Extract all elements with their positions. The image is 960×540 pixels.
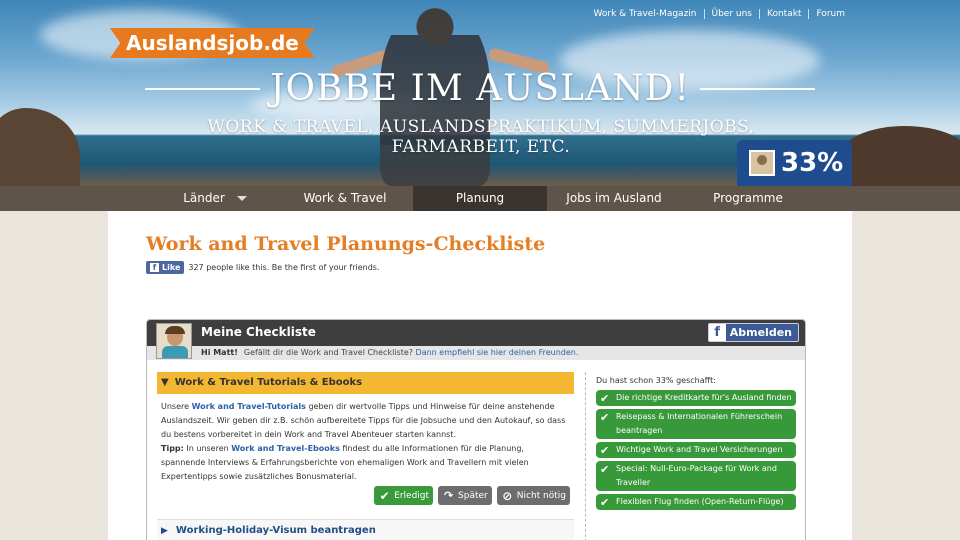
top-link-kontakt[interactable]: Kontakt [759,9,808,19]
nav-item-jobs[interactable]: Jobs im Ausland [547,186,681,211]
user-avatar-icon [749,150,775,176]
not-needed-label: Nicht nötig [516,490,566,501]
top-link-forum[interactable]: Forum [808,9,852,19]
share-link[interactable]: Dann empfiehl sie hier deinen Freunden. [416,348,579,357]
page-title: Work and Travel Planungs-Checkliste [146,233,546,255]
fb-like-label: Like [162,263,181,272]
logout-button[interactable]: f Abmelden [707,323,799,342]
section-paragraph: Unsere Work and Travel-Tutorials geben d… [161,400,570,442]
tutorials-link[interactable]: Work and Travel-Tutorials [192,402,306,411]
headline-rule [145,87,261,90]
checklist-header: Meine Checkliste f Abmelden [147,320,805,346]
redo-arrow-icon: ↷ [443,488,454,502]
section-tip: Tipp: In unseren Work and Travel-Ebooks … [161,442,570,484]
done-item-label: Special: Null-Euro-Package für Work and … [616,464,777,487]
checkmark-icon: ✔ [600,444,610,457]
forbidden-icon: ⊘ [502,488,513,503]
facebook-like: f Like 327 people like this. Be the firs… [146,261,379,274]
checklist-sections: ▼ Work & Travel Tutorials & Ebooks Unsere… [157,372,574,540]
tip-label: Tipp: [161,444,184,453]
done-item-label: Die richtige Kreditkarte für's Ausland f… [616,393,792,402]
checkmark-icon: ✔ [600,463,610,476]
top-link-magazin[interactable]: Work & Travel-Magazin [587,9,704,19]
done-item[interactable]: ✔ Reisepass & Internationalen Führerschei… [596,409,796,439]
checkmark-icon: ✔ [600,411,610,424]
nav-item-laender[interactable]: Länder [150,186,280,211]
text: In unseren [183,444,232,453]
headline-rule [699,87,815,90]
fb-like-text: 327 people like this. Be the first of yo… [188,263,380,272]
done-button[interactable]: ✔ Erledigt [374,486,434,505]
triangle-down-icon: ▼ [161,377,169,388]
content-area: Work and Travel Planungs-Checkliste f Li… [108,211,852,540]
checklist-panel: Meine Checkliste f Abmelden Hi Matt! Gefä… [146,319,806,540]
top-links: Work & Travel-Magazin Über uns Kontakt F… [587,9,852,19]
rock-decoration [840,126,960,186]
checkmark-icon: ✔ [600,496,610,509]
avatar [156,323,192,359]
nav-item-work-travel[interactable]: Work & Travel [280,186,410,211]
done-item-label: Wichtige Work and Travel Versicherungen [616,445,783,454]
triangle-right-icon: ▶ [161,526,168,536]
section-actions: ✔ Erledigt ↷ Später ⊘ Nicht nötig [161,484,570,505]
section-body: Unsere Work and Travel-Tutorials geben d… [157,394,574,511]
checkmark-icon: ✔ [600,392,610,405]
hero-headline: JOBBE IM AUSLAND! [145,68,815,109]
fb-like-button[interactable]: f Like [146,261,185,274]
nav-item-programme[interactable]: Programme [681,186,815,211]
headline-text: JOBBE IM AUSLAND! [270,68,690,109]
ebooks-link[interactable]: Work and Travel-Ebooks [231,444,340,453]
done-label: Erledigt [394,490,430,501]
done-item[interactable]: ✔ Wichtige Work and Travel Versicherungen [596,442,796,458]
greeting-bar: Hi Matt! Gefällt dir die Work and Travel … [147,346,805,360]
nav-item-label: Länder [183,191,225,205]
later-label: Später [458,490,488,501]
hero-banner: Work & Travel-Magazin Über uns Kontakt F… [0,0,960,186]
section-header-tutorials[interactable]: ▼ Work & Travel Tutorials & Ebooks [157,372,574,394]
hero-subline: WORK & TRAVEL, AUSLANDSPRAKTIKUM, SUMMER… [207,117,755,157]
section-title: Work & Travel Tutorials & Ebooks [174,377,363,388]
section-header-visum[interactable]: ▶ Working-Holiday-Visum beantragen [157,519,574,540]
text: Unsere [161,402,192,411]
done-list: Du hast schon 33% geschafft: ✔ Die richti… [596,376,796,513]
not-needed-button[interactable]: ⊘ Nicht nötig [496,486,570,505]
done-summary: Du hast schon 33% geschafft: [596,376,716,385]
done-item[interactable]: ✔ Die richtige Kreditkarte für's Ausland … [596,390,796,406]
chevron-down-icon [236,196,247,201]
site-logo[interactable]: Auslandsjob.de [110,28,315,58]
main-nav: Länder Work & Travel Planung Jobs im Aus… [0,186,960,211]
done-item[interactable]: ✔ Flexiblen Flug finden (Open-Return-Flüg… [596,494,796,510]
done-item-label: Flexiblen Flug finden (Open-Return-Flüge… [616,497,784,506]
progress-badge[interactable]: 33% [737,140,852,186]
logout-label: Abmelden [729,326,792,339]
divider [585,372,586,540]
greeting-text: Gefällt dir die Work and Travel Checklis… [243,348,413,357]
done-item[interactable]: ✔ Special: Null-Euro-Package für Work and… [596,461,796,491]
greeting-name: Hi Matt! [201,348,238,357]
done-item-label: Reisepass & Internationalen Führerschein… [616,412,783,435]
facebook-icon: f [708,324,726,341]
progress-percent: 33% [781,148,844,178]
checklist-title: Meine Checkliste [201,325,316,339]
facebook-icon: f [150,263,159,272]
section-title: Working-Holiday-Visum beantragen [175,525,376,536]
checkmark-icon: ✔ [379,488,390,503]
rock-decoration [0,108,80,186]
later-button[interactable]: ↷ Später [438,486,492,505]
top-link-ueber-uns[interactable]: Über uns [703,9,760,19]
nav-item-planung[interactable]: Planung [413,186,547,211]
